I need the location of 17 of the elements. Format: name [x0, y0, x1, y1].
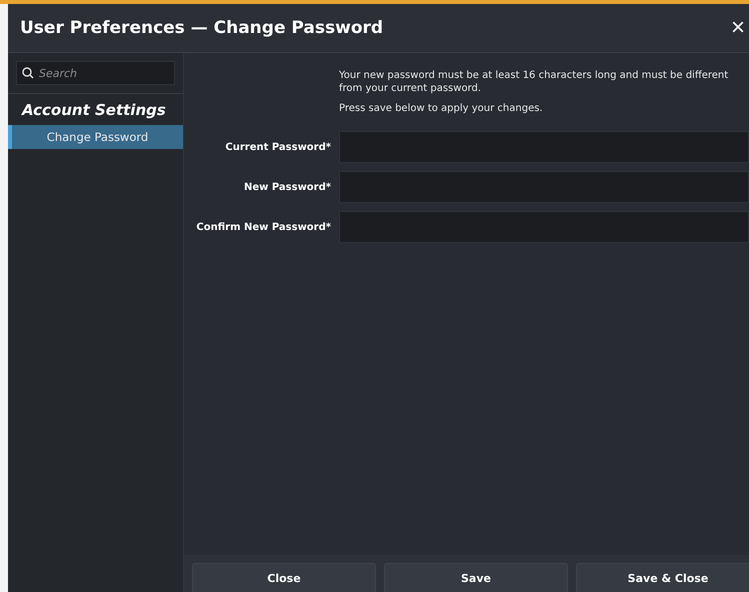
close-button[interactable]: × [726, 16, 749, 40]
field-label: New Password* [242, 182, 332, 192]
section-heading: Account Settings [20, 100, 167, 121]
info-text: Press save below to apply your changes. [339, 102, 544, 115]
search-field[interactable]: Search [16, 61, 175, 85]
footer-button[interactable]: Close [192, 563, 376, 592]
sidebar-item[interactable]: Change Password [8, 125, 183, 149]
info-text: Your new password must be at least 16 characters long and must be different from your current password. [339, 69, 730, 95]
window-title: User Preferences — Change Password [20, 18, 384, 38]
field-label: Current Password* [224, 142, 332, 152]
footer-button[interactable]: Save [384, 563, 568, 592]
footer-button[interactable]: Save & Close [576, 563, 749, 592]
field-label: Confirm New Password* [195, 222, 332, 232]
search-icon [22, 67, 34, 79]
password-field[interactable] [339, 211, 749, 243]
password-field[interactable] [339, 131, 749, 163]
password-field[interactable] [339, 171, 749, 203]
